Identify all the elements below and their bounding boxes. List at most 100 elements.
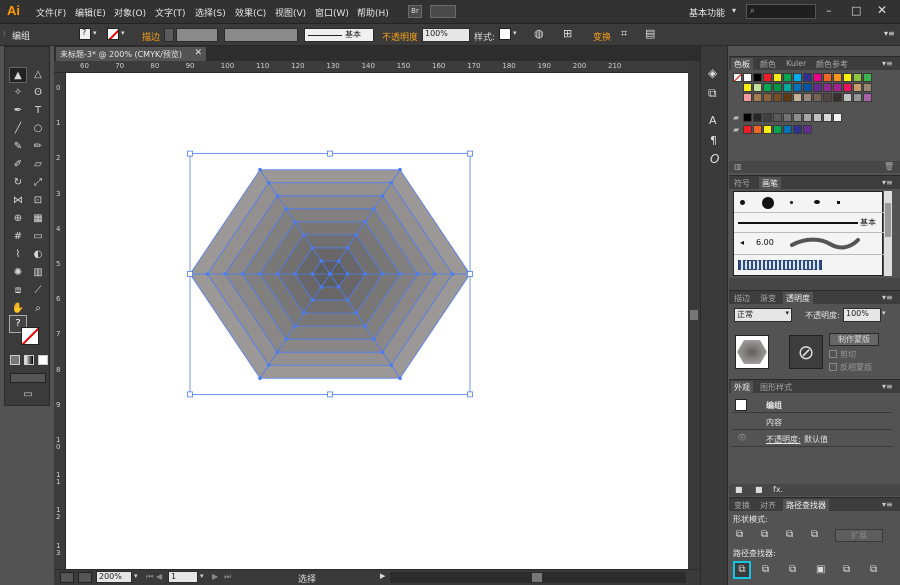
anchor-point[interactable] <box>433 272 437 276</box>
make-mask-button[interactable]: 制作蒙版 <box>829 333 879 346</box>
tab-transform[interactable]: 变换 <box>731 499 753 511</box>
anchor-point[interactable] <box>310 272 315 276</box>
menu-object[interactable]: 对象(O) <box>114 6 146 19</box>
rotate-tool-icon[interactable]: ↻ <box>9 175 27 191</box>
perspective-grid-icon[interactable]: ▦ <box>29 211 47 227</box>
eyedropper-icon[interactable]: ⌇ <box>9 247 27 263</box>
anchor-point[interactable] <box>380 272 385 276</box>
swatch[interactable] <box>783 125 792 134</box>
character-icon[interactable]: A <box>709 114 717 127</box>
swatch[interactable] <box>823 113 832 122</box>
anchor-point[interactable] <box>398 167 402 172</box>
swatch[interactable] <box>823 93 832 102</box>
swatch[interactable] <box>793 113 802 122</box>
selection-tool-icon[interactable]: ▲ <box>9 67 27 83</box>
document-tab[interactable]: 未标题-3* @ 200% (CMYK/预览) ✕ <box>56 47 206 61</box>
menu-view[interactable]: 视图(V) <box>275 6 306 19</box>
appearance-opacity-row[interactable]: 👁 不透明度: 默认值 <box>732 431 892 447</box>
anchor-point[interactable] <box>363 324 367 328</box>
symbol-sprayer-icon[interactable]: ✺ <box>9 265 27 281</box>
eraser-icon[interactable]: ▱ <box>29 157 47 173</box>
tab-stroke[interactable]: 描边 <box>731 292 753 304</box>
swatch[interactable] <box>783 113 792 122</box>
swatch[interactable] <box>823 83 832 92</box>
anchor-point[interactable] <box>284 207 289 211</box>
share-icon[interactable] <box>78 572 92 583</box>
anchor-point[interactable] <box>319 259 324 263</box>
horizontal-scrollbar[interactable] <box>390 572 686 583</box>
swatch[interactable] <box>823 73 832 82</box>
pattern-brush-preview[interactable] <box>738 260 822 270</box>
invert-mask-checkbox[interactable] <box>829 363 837 371</box>
unite-icon[interactable]: ⧉ <box>736 529 743 540</box>
graph-tool-icon[interactable]: ▥ <box>29 265 47 281</box>
artistic-brush-preview[interactable] <box>790 236 860 250</box>
swatch[interactable] <box>783 83 792 92</box>
slice-tool-icon[interactable]: ⟋ <box>29 283 47 299</box>
swatch[interactable] <box>803 83 812 92</box>
swatch[interactable] <box>783 93 792 102</box>
bounding-box-handle[interactable] <box>467 271 473 277</box>
recolor-icon[interactable]: ◍ <box>534 27 544 40</box>
anchor-point[interactable] <box>301 233 306 237</box>
anchor-point[interactable] <box>363 272 367 276</box>
anchor-point[interactable] <box>450 272 455 276</box>
outline-icon[interactable]: ⧉ <box>843 564 850 575</box>
swatch[interactable] <box>833 93 842 102</box>
anchor-point[interactable] <box>371 337 376 341</box>
pen-tool-icon[interactable]: ✒ <box>9 103 27 119</box>
fx-icon[interactable]: fx. <box>773 485 783 494</box>
swatch[interactable] <box>813 113 822 122</box>
swatch[interactable] <box>793 83 802 92</box>
tab-color[interactable]: 颜色 <box>757 58 779 70</box>
anchor-point[interactable] <box>258 167 262 172</box>
none-mode-icon[interactable] <box>38 355 48 365</box>
appearance-group-row[interactable]: 编组 <box>732 396 892 413</box>
anchor-point[interactable] <box>240 272 245 276</box>
control-menu-icon[interactable]: ▾≡ <box>884 29 895 38</box>
chevron-down-icon[interactable]: ▾ <box>200 572 204 580</box>
graphic-style-swatch[interactable] <box>499 28 511 40</box>
search-help-input[interactable]: ⌕ <box>746 4 816 19</box>
anchor-point[interactable] <box>380 350 385 355</box>
swatch[interactable] <box>773 73 782 82</box>
anchor-point[interactable] <box>319 285 324 289</box>
anchor-point[interactable] <box>371 207 376 211</box>
stroke-weight-field[interactable] <box>176 28 218 42</box>
anchor-point[interactable] <box>345 298 350 302</box>
anchor-point[interactable] <box>336 259 341 263</box>
anchor-point[interactable] <box>266 363 271 368</box>
brush-library-list[interactable]: 基本 ◂ 6.00 <box>733 191 884 276</box>
swatch[interactable] <box>813 73 822 82</box>
stroke-box[interactable] <box>21 327 39 345</box>
merge-icon[interactable]: ⧉ <box>789 564 796 575</box>
swatch[interactable] <box>773 125 782 134</box>
zoom-level-field[interactable]: 200% <box>96 571 132 583</box>
bounding-box-handle[interactable] <box>187 391 193 398</box>
divide-icon[interactable]: ⧉ <box>733 561 751 579</box>
folder-icon[interactable]: ▰ <box>733 125 739 134</box>
panel-menu-icon[interactable]: ▤ <box>645 27 655 40</box>
swatch[interactable] <box>753 113 762 122</box>
tab-pathfinder[interactable]: 路径查找器 <box>783 499 829 511</box>
close-icon[interactable]: ✕ <box>877 3 887 17</box>
anchor-point[interactable] <box>354 311 359 315</box>
gradient-tool-icon[interactable]: ▭ <box>29 229 47 245</box>
anchor-point[interactable] <box>380 193 385 198</box>
anchor-point[interactable] <box>345 272 350 276</box>
menu-type[interactable]: 文字(T) <box>155 6 186 19</box>
stroke-swatch[interactable] <box>107 28 119 40</box>
anchor-point[interactable] <box>310 298 315 302</box>
swatch[interactable] <box>763 125 772 134</box>
transform-link[interactable]: 变换 <box>593 30 611 43</box>
width-tool-icon[interactable]: ⋈ <box>9 193 27 209</box>
swatch[interactable] <box>843 93 852 102</box>
tab-swatches[interactable]: 色板 <box>731 58 753 70</box>
direct-selection-tool-icon[interactable]: △ <box>29 67 47 83</box>
last-artboard-icon[interactable]: ⏭ <box>224 572 231 582</box>
appearance-contents-row[interactable]: 内容 <box>732 414 892 430</box>
swatch[interactable] <box>863 83 872 92</box>
mesh-tool-icon[interactable]: # <box>9 229 27 245</box>
swatch[interactable] <box>853 73 862 82</box>
menu-edit[interactable]: 编辑(E) <box>75 6 106 19</box>
